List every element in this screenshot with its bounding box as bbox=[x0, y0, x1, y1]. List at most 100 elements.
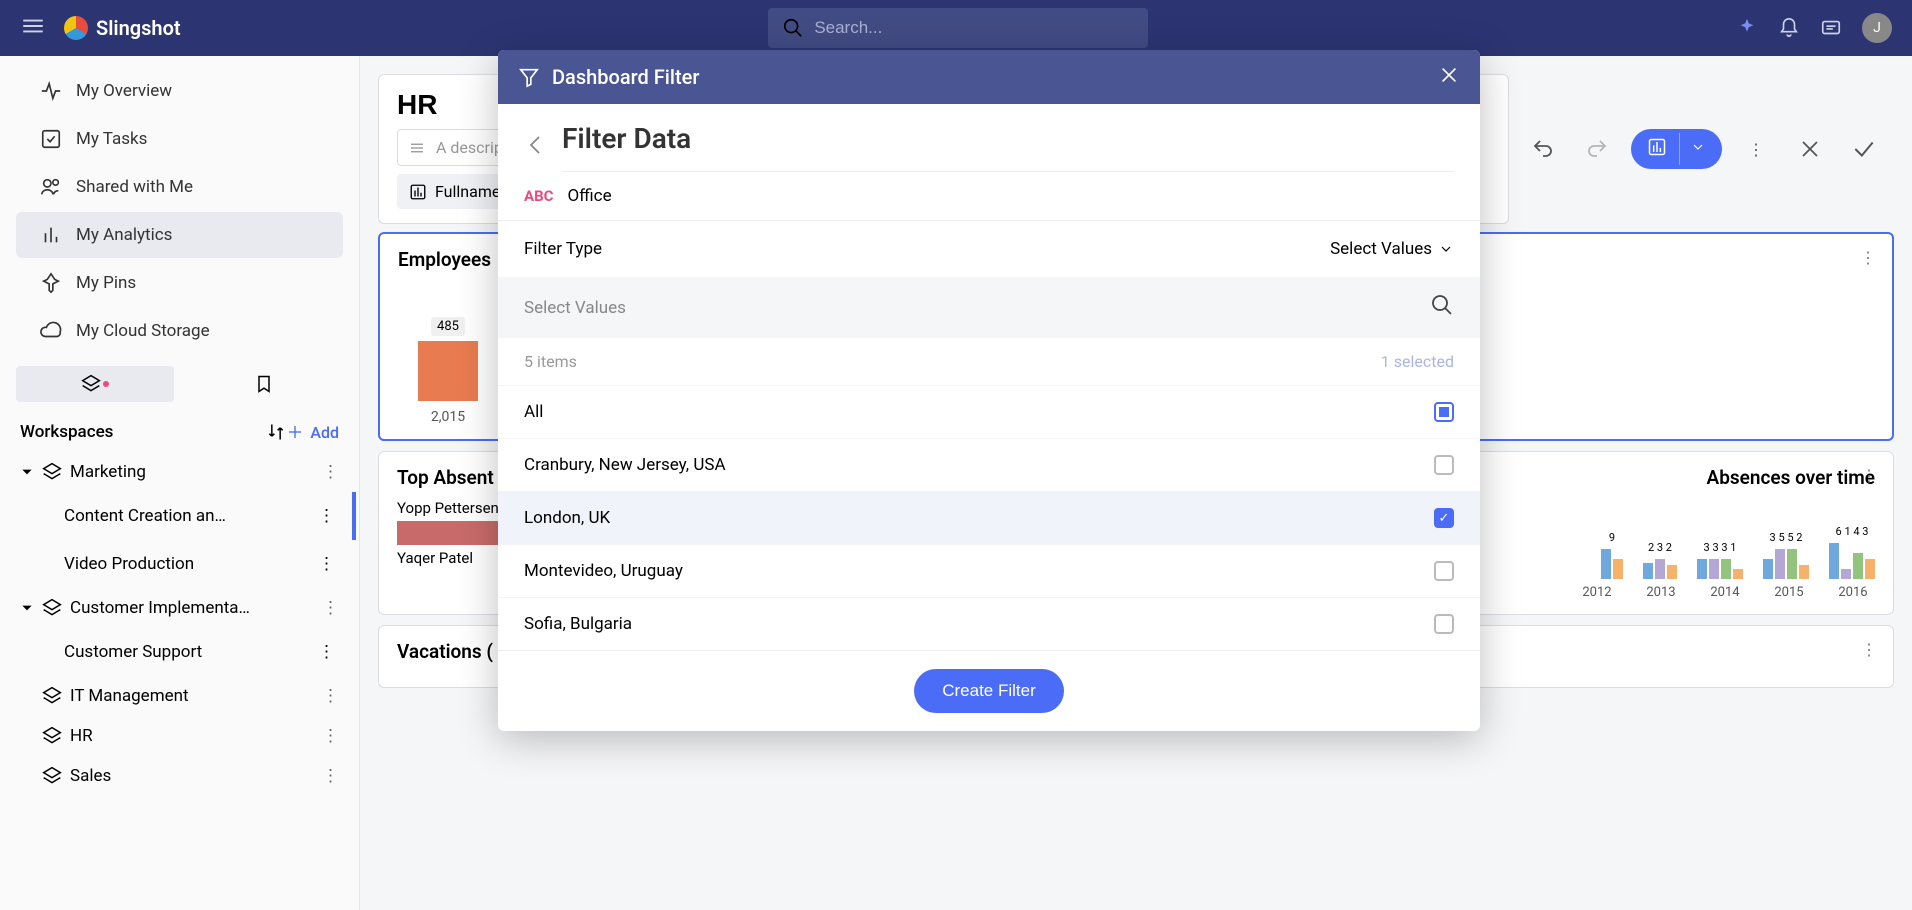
pin-icon bbox=[40, 272, 62, 294]
users-icon bbox=[40, 176, 62, 198]
modal-subtitle: Filter Data bbox=[562, 122, 1454, 172]
close-button[interactable] bbox=[1790, 129, 1830, 169]
global-search[interactable] bbox=[768, 8, 1148, 48]
workspace-child[interactable]: Video Production⋮ bbox=[0, 540, 359, 588]
chat-icon[interactable] bbox=[1820, 17, 1842, 39]
layers-icon bbox=[42, 462, 62, 482]
modal-header: Dashboard Filter bbox=[498, 50, 1480, 104]
more-icon[interactable]: ⋮ bbox=[322, 462, 339, 482]
more-icon[interactable]: ⋮ bbox=[1861, 640, 1877, 659]
layers-icon bbox=[42, 766, 62, 786]
workspace-child[interactable]: Customer Support⋮ bbox=[0, 628, 359, 676]
more-icon[interactable]: ⋮ bbox=[322, 598, 339, 618]
workspace-marketing[interactable]: Marketing ⋮ bbox=[0, 452, 359, 492]
option-label: Cranbury, New Jersey, USA bbox=[524, 455, 726, 475]
more-icon[interactable]: ⋮ bbox=[318, 506, 335, 526]
sidebar-item-cloud[interactable]: My Cloud Storage bbox=[16, 308, 343, 354]
sidebar-item-label: My Analytics bbox=[76, 225, 172, 245]
bar-chart-icon bbox=[40, 224, 62, 246]
chevron-down-icon bbox=[1438, 241, 1454, 257]
sidebar-item-analytics[interactable]: My Analytics bbox=[16, 212, 343, 258]
sort-icon[interactable] bbox=[266, 422, 286, 442]
selected-count: 1 selected bbox=[1381, 352, 1454, 371]
app-name: Slingshot bbox=[96, 16, 181, 40]
sidebar-item-tasks[interactable]: My Tasks bbox=[16, 116, 343, 162]
option-row[interactable]: Montevideo, Uruguay bbox=[498, 544, 1480, 597]
sidebar-item-label: Shared with Me bbox=[76, 177, 193, 197]
logo[interactable]: Slingshot bbox=[64, 16, 181, 40]
option-label: All bbox=[524, 402, 543, 422]
checkbox-checked[interactable]: ✓ bbox=[1434, 508, 1454, 528]
workspace-label: HR bbox=[70, 726, 93, 746]
plus-icon bbox=[286, 423, 304, 441]
option-row[interactable]: Cranbury, New Jersey, USA bbox=[498, 438, 1480, 491]
sidebar-item-pins[interactable]: My Pins bbox=[16, 260, 343, 306]
undo-button[interactable] bbox=[1523, 129, 1563, 169]
add-workspace-button[interactable]: Add bbox=[286, 423, 339, 442]
more-icon[interactable]: ⋮ bbox=[322, 766, 339, 786]
option-label: Sofia, Bulgaria bbox=[524, 614, 632, 634]
option-row[interactable]: London, UK ✓ bbox=[498, 491, 1480, 544]
filter-type-value: Select Values bbox=[1330, 239, 1432, 259]
more-icon[interactable]: ⋮ bbox=[322, 686, 339, 706]
check-square-icon bbox=[40, 128, 62, 150]
workspace-child[interactable]: Content Creation an…⋮ bbox=[0, 492, 359, 540]
more-icon[interactable]: ⋮ bbox=[322, 726, 339, 746]
activity-icon bbox=[40, 80, 62, 102]
filter-icon bbox=[518, 66, 540, 88]
search-icon bbox=[782, 17, 804, 39]
sidebar-item-overview[interactable]: My Overview bbox=[16, 68, 343, 114]
bookmark-tab[interactable] bbox=[186, 366, 344, 402]
search-input[interactable] bbox=[814, 18, 1134, 38]
option-row[interactable]: Sofia, Bulgaria bbox=[498, 597, 1480, 650]
more-icon[interactable]: ⋮ bbox=[318, 554, 335, 574]
logo-icon bbox=[64, 16, 88, 40]
select-values-header: Select Values bbox=[498, 277, 1480, 338]
bell-icon[interactable] bbox=[1778, 17, 1800, 39]
layers-icon bbox=[42, 598, 62, 618]
workspace-label: Sales bbox=[70, 766, 111, 786]
filter-chip[interactable]: Fullname bbox=[397, 174, 512, 209]
chevron-down-icon bbox=[20, 601, 34, 615]
more-icon[interactable]: ⋮ bbox=[1861, 466, 1877, 485]
top-bar: Slingshot J bbox=[0, 0, 1912, 56]
workspace-hr[interactable]: HR ⋮ bbox=[0, 716, 359, 756]
create-filter-button[interactable]: Create Filter bbox=[914, 669, 1064, 713]
workspace-it[interactable]: IT Management ⋮ bbox=[0, 676, 359, 716]
more-icon[interactable]: ⋮ bbox=[318, 642, 335, 662]
confirm-button[interactable] bbox=[1844, 129, 1884, 169]
list-icon bbox=[408, 139, 426, 157]
sidebar-item-shared[interactable]: Shared with Me bbox=[16, 164, 343, 210]
add-visualization-button[interactable] bbox=[1631, 129, 1722, 169]
search-icon[interactable] bbox=[1430, 293, 1454, 322]
checkbox-indeterminate[interactable] bbox=[1434, 402, 1454, 422]
sidebar-item-label: My Pins bbox=[76, 273, 136, 293]
redo-button[interactable] bbox=[1577, 129, 1617, 169]
workspace-label: Marketing bbox=[70, 462, 146, 482]
back-button[interactable] bbox=[524, 133, 548, 161]
cloud-icon bbox=[40, 320, 62, 342]
more-icon[interactable]: ⋮ bbox=[1860, 248, 1876, 267]
field-selector[interactable]: ABC Office bbox=[498, 172, 1480, 221]
menu-icon[interactable] bbox=[20, 13, 46, 43]
chevron-down-icon bbox=[20, 465, 34, 479]
field-name: Office bbox=[567, 186, 611, 206]
workspace-sales[interactable]: Sales ⋮ bbox=[0, 756, 359, 796]
filter-type-row[interactable]: Filter Type Select Values bbox=[498, 221, 1480, 277]
option-all[interactable]: All bbox=[498, 385, 1480, 438]
more-button[interactable]: ⋮ bbox=[1736, 129, 1776, 169]
modal-title: Dashboard Filter bbox=[552, 65, 699, 89]
layers-icon bbox=[42, 726, 62, 746]
layers-icon bbox=[42, 686, 62, 706]
sidebar-item-label: My Cloud Storage bbox=[76, 321, 210, 341]
checkbox[interactable] bbox=[1434, 561, 1454, 581]
chart-icon bbox=[409, 183, 427, 201]
layers-tab[interactable] bbox=[16, 366, 174, 402]
close-icon[interactable] bbox=[1438, 64, 1460, 91]
workspace-customer[interactable]: Customer Implementa… ⋮ bbox=[0, 588, 359, 628]
checkbox[interactable] bbox=[1434, 455, 1454, 475]
checkbox[interactable] bbox=[1434, 614, 1454, 634]
avatar[interactable]: J bbox=[1862, 13, 1892, 43]
count-row: 5 items 1 selected bbox=[498, 338, 1480, 385]
sparkle-icon[interactable] bbox=[1736, 17, 1758, 39]
